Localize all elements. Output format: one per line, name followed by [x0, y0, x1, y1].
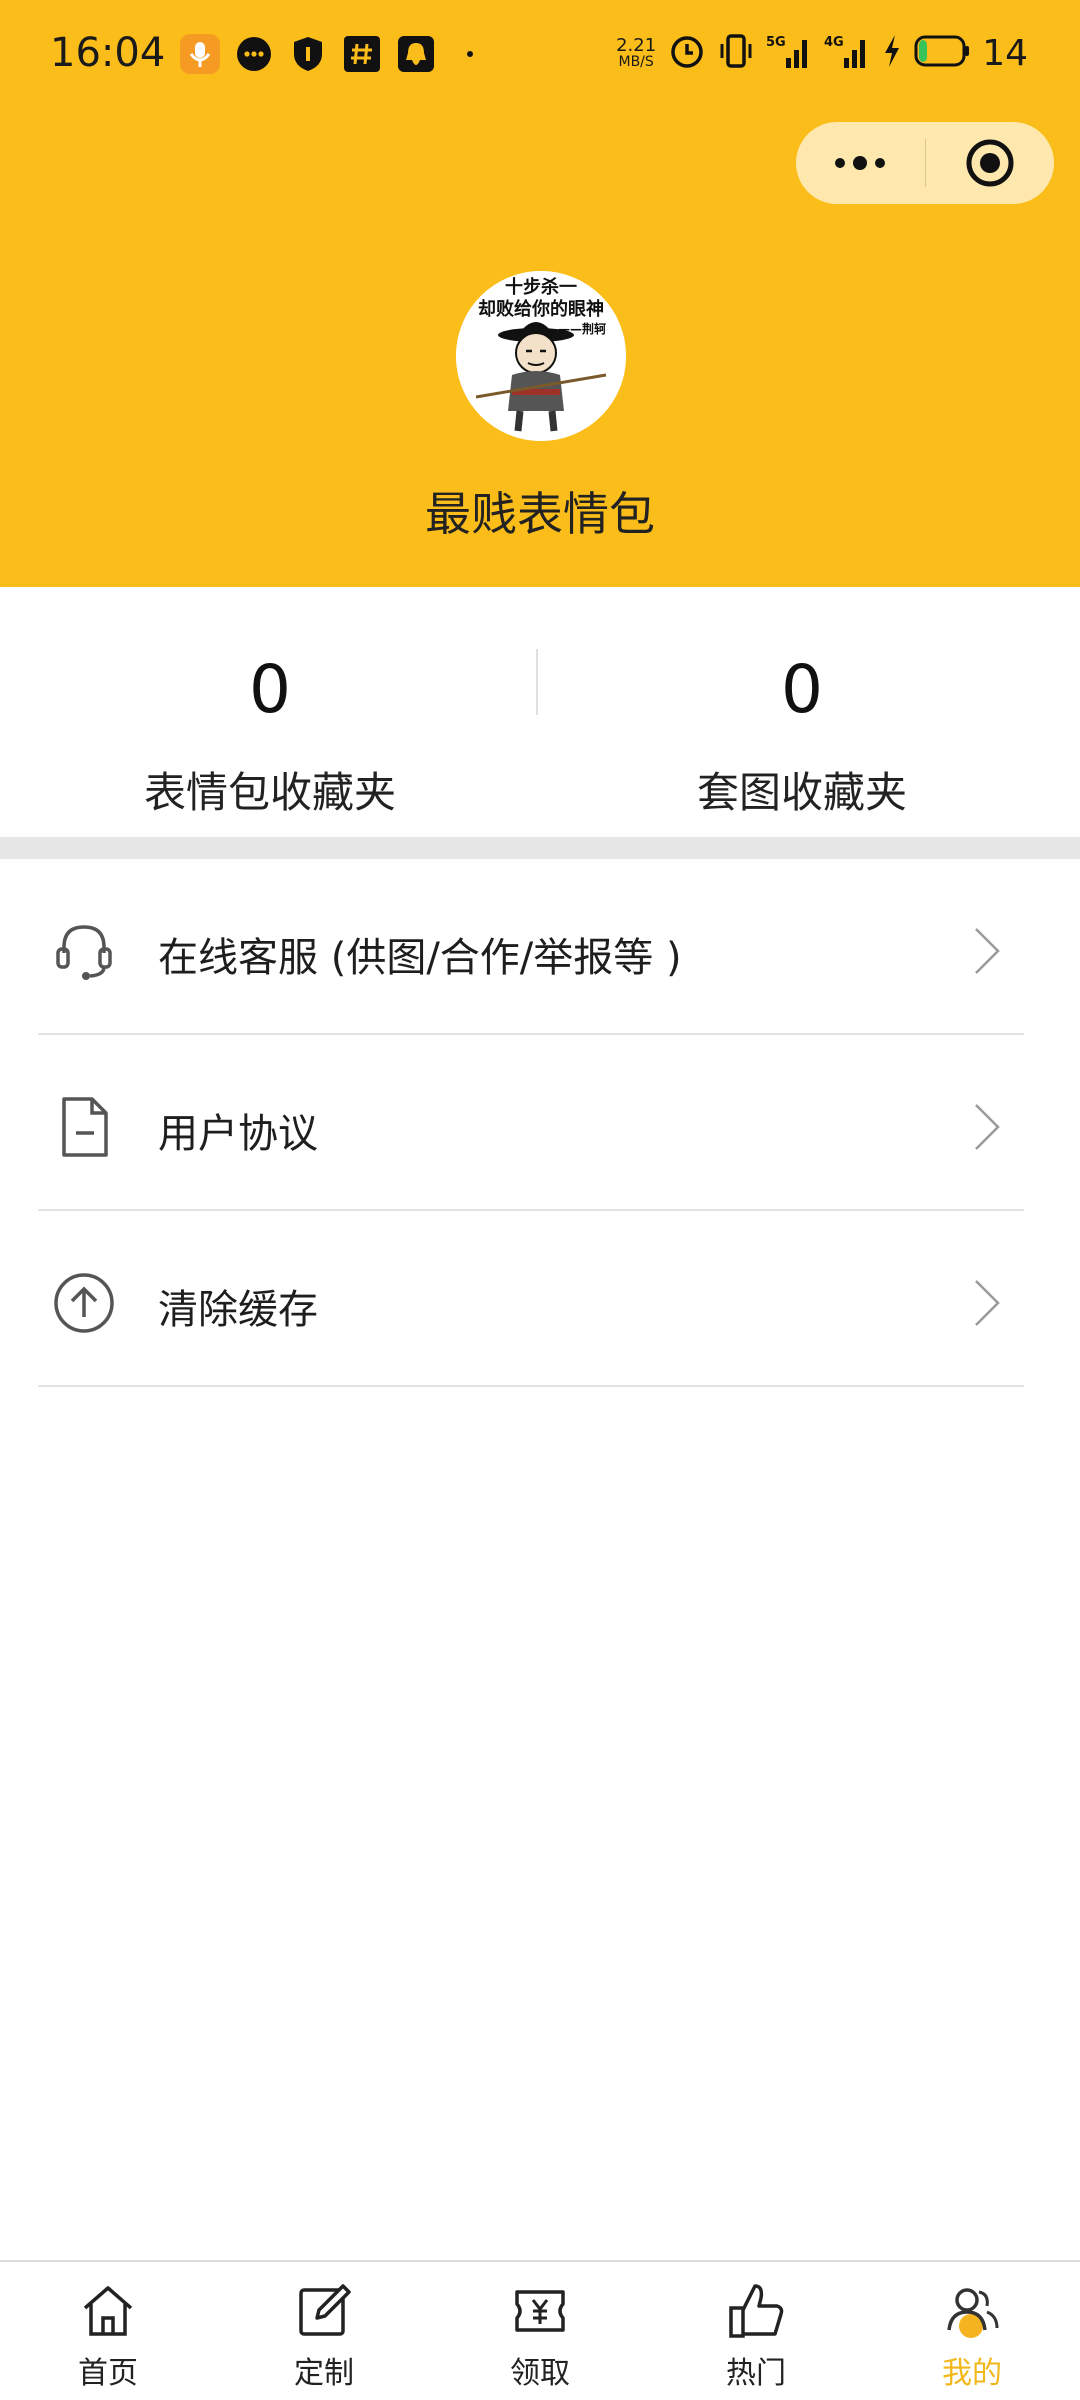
chevron-right-icon [975, 928, 1000, 974]
menu-item-label: 用户协议 [158, 1111, 318, 1157]
status-bar: 16:04 2.21 MB/S 5G 4G 14 [0, 0, 1080, 110]
avatar-caption-line1: 十步杀一 [505, 276, 577, 298]
status-time: 16:04 [50, 30, 166, 76]
avatar-caption-line2: 却败给你的眼神 [478, 298, 604, 320]
meme-avatar-image: 十步杀一 却败给你的眼神 ——荆轲 [456, 271, 626, 441]
stat-value: 0 [249, 651, 291, 728]
headset-icon [56, 925, 112, 980]
charging-icon [882, 33, 902, 73]
chevron-right-icon [975, 1104, 1000, 1150]
menu-item-clear-cache[interactable]: 清除缓存 [38, 1211, 1024, 1387]
stat-set-favorites[interactable]: 0 套图收藏夹 [532, 657, 1072, 820]
alarm-icon [668, 32, 706, 74]
avatar[interactable]: 十步杀一 却败给你的眼神 ——荆轲 [456, 271, 626, 441]
tab-label: 首页 [78, 2356, 138, 2391]
more-dot-icon [450, 34, 490, 74]
tab-label: 领取 [510, 2356, 570, 2391]
mini-program-capsule [796, 122, 1054, 204]
target-icon [966, 139, 1014, 187]
menu-item-label: 在线客服 (供图/合作/举报等 ) [158, 935, 682, 981]
section-separator [0, 837, 1080, 859]
stat-label: 表情包收藏夹 [143, 768, 396, 817]
chevron-right-icon [975, 1280, 1000, 1326]
battery-icon [914, 34, 970, 72]
qq-icon [396, 34, 436, 74]
tab-hot[interactable]: 热门 [648, 2262, 864, 2400]
menu-item-user-agreement[interactable]: 用户协议 [38, 1035, 1024, 1211]
bottom-tab-bar: 首页 定制 领取 热门 我的 [0, 2260, 1080, 2400]
network-speed: 2.21 MB/S [616, 35, 657, 70]
battery-level: 14 [982, 32, 1028, 74]
tab-label: 我的 [942, 2356, 1002, 2391]
document-icon [62, 1097, 108, 1157]
vibrate-icon [718, 32, 754, 74]
close-mini-program-button[interactable] [926, 122, 1055, 204]
tab-label: 热门 [726, 2356, 786, 2391]
edit-icon [299, 2284, 351, 2336]
hashtag-app-icon [342, 34, 382, 74]
svg-text:5G: 5G [766, 35, 786, 50]
network-speed-unit: MB/S [618, 54, 654, 70]
home-icon [83, 2286, 133, 2336]
thumbs-up-icon [729, 2284, 784, 2338]
more-dots-icon [835, 156, 886, 170]
tab-customize[interactable]: 定制 [216, 2262, 432, 2400]
profile-header: 16:04 2.21 MB/S 5G 4G 14 十步杀一 却败给你的眼神 ——… [0, 0, 1080, 587]
user-icon [947, 2288, 999, 2338]
menu-item-customer-service[interactable]: 在线客服 (供图/合作/举报等 ) [38, 859, 1024, 1035]
svg-text:4G: 4G [824, 35, 844, 50]
microphone-icon [180, 34, 220, 74]
favorites-stats: 0 表情包收藏夹 0 套图收藏夹 [0, 587, 1080, 837]
more-options-button[interactable] [796, 122, 925, 204]
coupon-yuan-icon [515, 2290, 565, 2332]
signal-4g-icon: 4G [824, 32, 870, 74]
profile-name: 最贱表情包 [425, 487, 655, 541]
stat-emoji-favorites[interactable]: 0 表情包收藏夹 [0, 657, 540, 820]
stat-value: 0 [781, 651, 823, 728]
chat-bubble-icon [234, 34, 274, 74]
tab-home[interactable]: 首页 [0, 2262, 216, 2400]
tab-label: 定制 [294, 2356, 354, 2391]
stat-label: 套图收藏夹 [696, 768, 907, 817]
status-right-cluster: 2.21 MB/S 5G 4G 14 [616, 32, 1028, 74]
tab-mine[interactable]: 我的 [864, 2262, 1080, 2400]
upload-circle-icon [54, 1273, 114, 1333]
notification-icons [180, 34, 490, 74]
network-speed-value: 2.21 [616, 35, 657, 56]
signal-5g-icon: 5G [766, 32, 812, 74]
tab-claim[interactable]: 领取 [432, 2262, 648, 2400]
menu-item-label: 清除缓存 [158, 1287, 318, 1333]
shield-icon [288, 34, 328, 74]
app-root: 16:04 2.21 MB/S 5G 4G 14 十步杀一 却败给你的眼神 ——… [0, 0, 1080, 2400]
